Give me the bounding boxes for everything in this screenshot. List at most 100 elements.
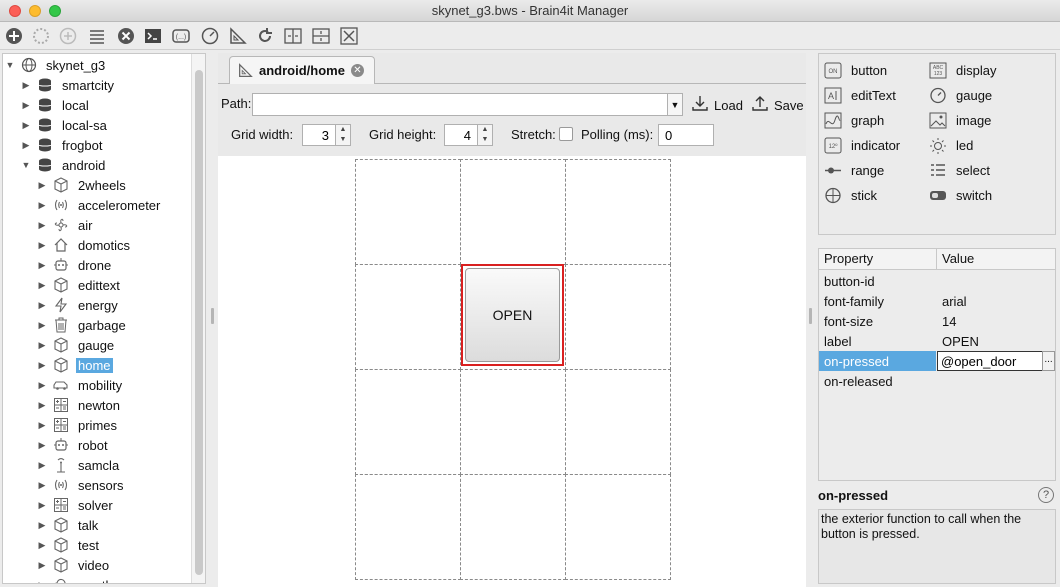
- load-button[interactable]: Load: [692, 95, 743, 115]
- collapsed-arrow-icon[interactable]: ▶: [37, 540, 47, 551]
- property-editor-button[interactable]: ...: [1042, 351, 1055, 371]
- tree-scrollbar[interactable]: [191, 54, 205, 583]
- palette-item-range[interactable]: range: [824, 162, 884, 179]
- tree-item-domotics[interactable]: ▶ domotics: [37, 235, 132, 255]
- left-splitter[interactable]: [211, 308, 214, 324]
- property-value[interactable]: 14: [942, 314, 956, 329]
- tree-item-weather[interactable]: ▶ weather: [37, 575, 126, 584]
- set-square-icon[interactable]: [228, 26, 248, 46]
- property-row-on-pressed[interactable]: on-pressed...: [819, 351, 1055, 371]
- grid-cell[interactable]: [355, 159, 461, 265]
- tree-item-video[interactable]: ▶ video: [37, 555, 111, 575]
- palette-item-button[interactable]: ON button: [824, 62, 887, 79]
- collapsed-arrow-icon[interactable]: ▶: [37, 360, 47, 371]
- palette-item-led[interactable]: led: [929, 137, 973, 154]
- split-horizontal-icon[interactable]: [283, 26, 303, 46]
- grid-width-stepper[interactable]: ▲ ▼: [335, 124, 351, 146]
- collapsed-arrow-icon[interactable]: ▶: [37, 580, 47, 584]
- property-column-header[interactable]: Property: [824, 251, 873, 266]
- star-icon[interactable]: [31, 26, 51, 46]
- collapsed-arrow-icon[interactable]: ▶: [37, 480, 47, 491]
- collapsed-arrow-icon[interactable]: ▶: [37, 400, 47, 411]
- grid-height-stepper[interactable]: ▲ ▼: [477, 124, 493, 146]
- path-dropdown-button[interactable]: ▼: [667, 93, 683, 116]
- expanded-arrow-icon[interactable]: ▼: [5, 60, 15, 70]
- tree-item-energy[interactable]: ▶ energy: [37, 295, 120, 315]
- tree-module-frogbot[interactable]: ▶ frogbot: [21, 135, 104, 155]
- tree-module-android[interactable]: ▼ android: [21, 155, 107, 175]
- collapsed-arrow-icon[interactable]: ▶: [37, 440, 47, 451]
- palette-item-gauge[interactable]: gauge: [929, 87, 992, 104]
- close-box-icon[interactable]: [339, 26, 359, 46]
- grid-cell[interactable]: [565, 474, 671, 580]
- dashboard-canvas[interactable]: OPEN: [218, 156, 806, 587]
- right-splitter[interactable]: [809, 308, 812, 324]
- tree-item-samcla[interactable]: ▶ samcla: [37, 455, 121, 475]
- property-row-font-family[interactable]: font-family arial: [819, 291, 1055, 311]
- add-disabled-icon[interactable]: [58, 26, 78, 46]
- collapsed-arrow-icon[interactable]: ▶: [37, 280, 47, 291]
- terminal-icon[interactable]: [143, 26, 163, 46]
- grid-height-input[interactable]: [444, 124, 478, 146]
- grid-cell[interactable]: [355, 264, 461, 370]
- property-value-editor[interactable]: [937, 351, 1043, 371]
- tree-item-gauge[interactable]: ▶ gauge: [37, 335, 116, 355]
- grid-width-input[interactable]: [302, 124, 336, 146]
- tree-module-local[interactable]: ▶ local: [21, 95, 91, 115]
- stretch-checkbox[interactable]: [559, 127, 573, 141]
- save-button[interactable]: Save: [752, 95, 804, 115]
- palette-item-select[interactable]: select: [929, 162, 990, 179]
- grid-cell[interactable]: [355, 474, 461, 580]
- property-row-on-released[interactable]: on-released: [819, 371, 1055, 391]
- collapsed-arrow-icon[interactable]: ▶: [21, 120, 31, 131]
- tree-item-air[interactable]: ▶ air: [37, 215, 94, 235]
- tree-item-mobility[interactable]: ▶ mobility: [37, 375, 124, 395]
- collapsed-arrow-icon[interactable]: ▶: [37, 260, 47, 271]
- tree-item-accelerometer[interactable]: ▶ accelerometer: [37, 195, 162, 215]
- tab-android-home[interactable]: android/home ✕: [229, 56, 375, 84]
- tree-item-robot[interactable]: ▶ robot: [37, 435, 110, 455]
- palette-item-stick[interactable]: stick: [824, 187, 877, 204]
- collapsed-arrow-icon[interactable]: ▶: [37, 520, 47, 531]
- list-icon[interactable]: [87, 26, 107, 46]
- collapsed-arrow-icon[interactable]: ▶: [21, 80, 31, 91]
- tree-item-edittext[interactable]: ▶ edittext: [37, 275, 122, 295]
- collapsed-arrow-icon[interactable]: ▶: [37, 380, 47, 391]
- tree-module-local-sa[interactable]: ▶ local-sa: [21, 115, 109, 135]
- gauge-icon[interactable]: [200, 26, 220, 46]
- collapsed-arrow-icon[interactable]: ▶: [37, 200, 47, 211]
- collapsed-arrow-icon[interactable]: ▶: [37, 320, 47, 331]
- collapsed-arrow-icon[interactable]: ▶: [37, 300, 47, 311]
- value-column-header[interactable]: Value: [942, 251, 974, 266]
- polling-input[interactable]: [658, 124, 714, 146]
- stop-icon[interactable]: [116, 26, 136, 46]
- palette-item-edittext[interactable]: AeditText: [824, 87, 896, 104]
- tree-item-newton[interactable]: ▶ newton: [37, 395, 122, 415]
- help-icon[interactable]: ?: [1038, 487, 1054, 503]
- property-value[interactable]: arial: [942, 294, 967, 309]
- tree-item-home[interactable]: ▶ home: [37, 355, 113, 375]
- split-vertical-icon[interactable]: [311, 26, 331, 46]
- grid-cell[interactable]: [460, 159, 566, 265]
- palette-item-display[interactable]: ABC 123 display: [929, 62, 996, 79]
- collapsed-arrow-icon[interactable]: ▶: [37, 560, 47, 571]
- close-tab-icon[interactable]: ✕: [350, 64, 364, 77]
- collapsed-arrow-icon[interactable]: ▶: [37, 220, 47, 231]
- palette-item-switch[interactable]: switch: [929, 187, 992, 204]
- collapsed-arrow-icon[interactable]: ▶: [37, 340, 47, 351]
- grid-cell[interactable]: [565, 159, 671, 265]
- collapsed-arrow-icon[interactable]: ▶: [37, 420, 47, 431]
- tree-item-test[interactable]: ▶ test: [37, 535, 101, 555]
- property-row-font-size[interactable]: font-size 14: [819, 311, 1055, 331]
- selected-button-widget[interactable]: OPEN: [461, 264, 564, 366]
- property-row-label[interactable]: label OPEN: [819, 331, 1055, 351]
- property-value[interactable]: OPEN: [942, 334, 979, 349]
- collapsed-arrow-icon[interactable]: ▶: [21, 100, 31, 111]
- tree-item-garbage[interactable]: ▶ garbage: [37, 315, 128, 335]
- tree-item-sensors[interactable]: ▶ sensors: [37, 475, 126, 495]
- expanded-arrow-icon[interactable]: ▼: [21, 160, 31, 170]
- tree-item-primes[interactable]: ▶ primes: [37, 415, 119, 435]
- collapsed-arrow-icon[interactable]: ▶: [37, 460, 47, 471]
- property-row-button-id[interactable]: button-id: [819, 271, 1055, 291]
- grid-cell[interactable]: [565, 369, 671, 475]
